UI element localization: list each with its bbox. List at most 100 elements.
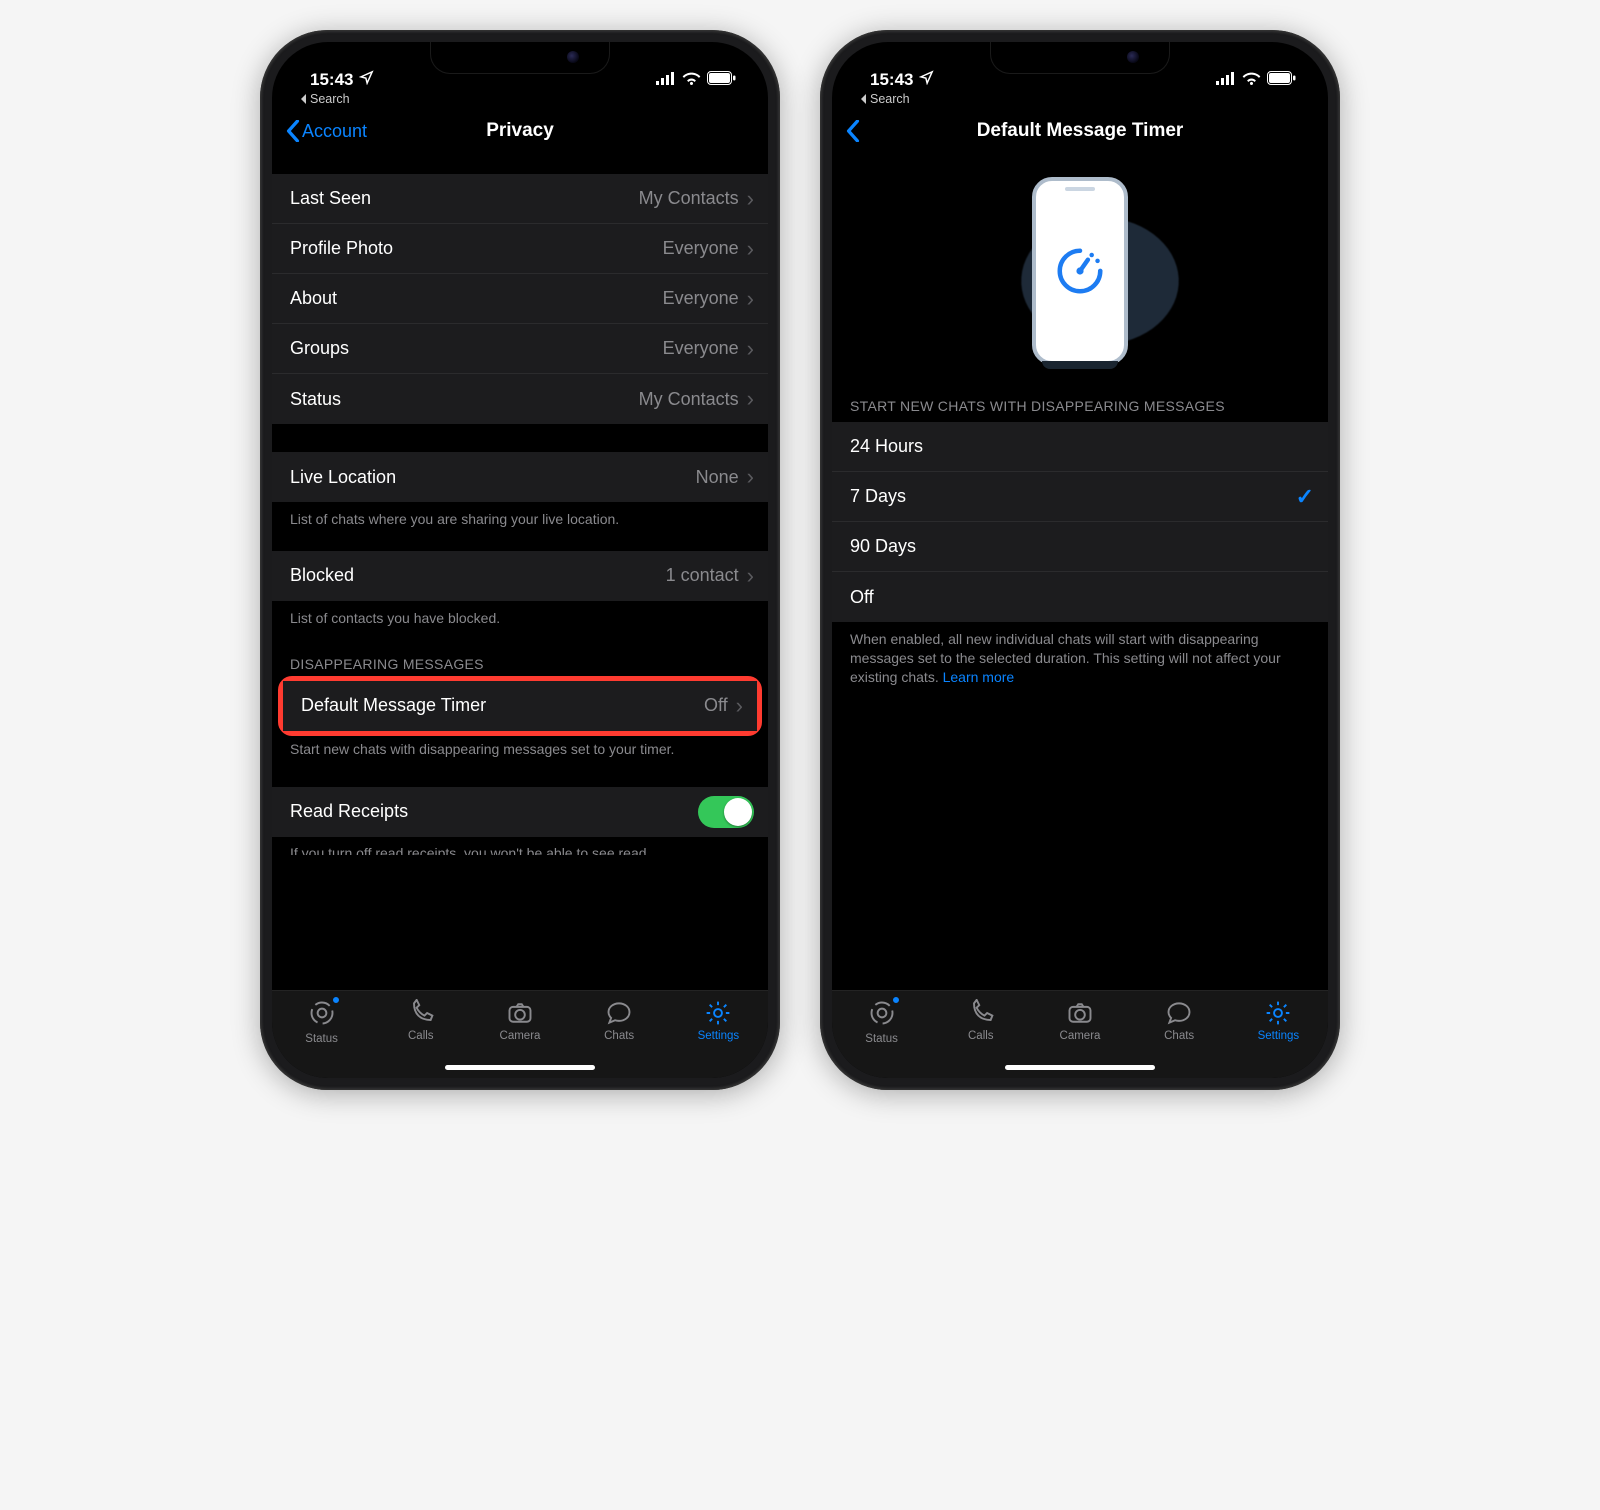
location-arrow-icon — [919, 70, 934, 90]
row-value: None — [696, 467, 739, 488]
row-default-message-timer[interactable]: Default Message Timer Off › — [283, 681, 757, 731]
breadcrumb[interactable]: Search — [272, 90, 768, 106]
visibility-group: Last Seen My Contacts› Profile Photo Eve… — [272, 174, 768, 424]
row-value: My Contacts — [639, 389, 739, 410]
timer-icon — [1053, 244, 1107, 298]
timer-content[interactable]: START NEW CHATS WITH DISAPPEARING MESSAG… — [832, 156, 1328, 990]
phone-right: 15:43 Search — [820, 30, 1340, 1090]
tab-chats[interactable]: Chats — [577, 999, 661, 1042]
option-90-days[interactable]: 90 Days — [832, 522, 1328, 572]
battery-icon — [1267, 70, 1296, 90]
screen: 15:43 Search — [832, 42, 1328, 1078]
privacy-content[interactable]: Last Seen My Contacts› Profile Photo Eve… — [272, 156, 768, 990]
chat-icon — [604, 999, 634, 1027]
breadcrumb-label: Search — [310, 92, 350, 106]
chat-icon — [1164, 999, 1194, 1027]
tab-camera[interactable]: Camera — [478, 999, 562, 1042]
wifi-icon — [1242, 70, 1261, 90]
option-24-hours[interactable]: 24 Hours — [832, 422, 1328, 472]
tab-label: Chats — [604, 1030, 634, 1042]
tab-label: Settings — [1258, 1030, 1300, 1042]
tab-label: Status — [865, 1033, 898, 1045]
cellular-icon — [656, 70, 676, 90]
option-off[interactable]: Off — [832, 572, 1328, 622]
back-button[interactable] — [846, 120, 860, 142]
option-label: 7 Days — [850, 486, 906, 507]
row-label: About — [290, 288, 337, 309]
tab-label: Calls — [408, 1030, 434, 1042]
row-profile-photo[interactable]: Profile Photo Everyone› — [272, 224, 768, 274]
tab-settings[interactable]: Settings — [676, 999, 760, 1042]
row-blocked[interactable]: Blocked 1 contact› — [272, 551, 768, 601]
hero-illustration — [832, 156, 1328, 384]
row-value: My Contacts — [639, 188, 739, 209]
options-header: START NEW CHATS WITH DISAPPEARING MESSAG… — [832, 398, 1328, 422]
option-7-days[interactable]: 7 Days ✓ — [832, 472, 1328, 522]
row-label: Status — [290, 389, 341, 410]
tab-status[interactable]: Status — [840, 999, 924, 1045]
notch — [430, 42, 610, 74]
footer-text: When enabled, all new individual chats w… — [850, 631, 1281, 685]
phone-illustration-icon — [1032, 177, 1128, 365]
blocked-group: Blocked 1 contact› List of contacts you … — [272, 551, 768, 628]
chevron-right-icon: › — [747, 563, 754, 589]
row-value: Everyone — [663, 238, 739, 259]
row-label: Groups — [290, 338, 349, 359]
location-arrow-icon — [359, 70, 374, 90]
status-icon — [307, 999, 337, 1027]
battery-icon — [707, 70, 736, 90]
phone-icon — [406, 999, 436, 1027]
options-footer: When enabled, all new individual chats w… — [832, 622, 1328, 687]
tab-bar: Status Calls Camera Chats Settings — [832, 990, 1328, 1078]
tab-settings[interactable]: Settings — [1236, 999, 1320, 1042]
row-value: Off — [704, 695, 728, 716]
tab-chats[interactable]: Chats — [1137, 999, 1221, 1042]
row-live-location[interactable]: Live Location None› — [272, 452, 768, 502]
phone-icon — [966, 999, 996, 1027]
row-groups[interactable]: Groups Everyone › — [272, 324, 768, 374]
row-label: Default Message Timer — [301, 695, 486, 716]
chevron-right-icon: › — [736, 693, 743, 719]
notch — [990, 42, 1170, 74]
tab-bar: Status Calls Camera Chats Settings — [272, 990, 768, 1078]
back-button[interactable]: Account — [286, 120, 367, 142]
chevron-right-icon: › — [747, 186, 754, 212]
chevron-right-icon: › — [747, 236, 754, 262]
blocked-footer: List of contacts you have blocked. — [272, 601, 768, 628]
row-read-receipts: Read Receipts — [272, 787, 768, 837]
row-value: Everyone — [663, 288, 739, 309]
row-last-seen[interactable]: Last Seen My Contacts› — [272, 174, 768, 224]
tab-calls[interactable]: Calls — [939, 999, 1023, 1042]
tab-camera[interactable]: Camera — [1038, 999, 1122, 1042]
read-receipts-toggle[interactable] — [698, 796, 754, 828]
tab-calls[interactable]: Calls — [379, 999, 463, 1042]
home-indicator[interactable] — [445, 1065, 595, 1070]
option-label: 90 Days — [850, 536, 916, 557]
tab-label: Chats — [1164, 1030, 1194, 1042]
highlight-annotation: Default Message Timer Off › — [278, 676, 762, 736]
navbar: Default Message Timer — [832, 106, 1328, 156]
breadcrumb[interactable]: Search — [832, 90, 1328, 106]
row-about[interactable]: About Everyone › — [272, 274, 768, 324]
chevron-right-icon: › — [747, 286, 754, 312]
cellular-icon — [1216, 70, 1236, 90]
live-location-group: Live Location None› List of chats where … — [272, 452, 768, 529]
checkmark-icon: ✓ — [1296, 484, 1314, 510]
status-icon — [867, 999, 897, 1027]
tab-status[interactable]: Status — [280, 999, 364, 1045]
row-value: Everyone — [663, 338, 739, 359]
read-receipts-footer: If you turn off read receipts, you won't… — [272, 837, 768, 855]
breadcrumb-label: Search — [870, 92, 910, 106]
read-receipts-group: Read Receipts If you turn off read recei… — [272, 787, 768, 855]
home-indicator[interactable] — [1005, 1065, 1155, 1070]
chevron-right-icon: › — [747, 336, 754, 362]
page-title: Default Message Timer — [832, 120, 1328, 142]
row-status[interactable]: Status My Contacts › — [272, 374, 768, 424]
learn-more-link[interactable]: Learn more — [943, 669, 1015, 685]
unread-badge-icon — [892, 996, 900, 1004]
chevron-right-icon: › — [747, 386, 754, 412]
camera-icon — [1065, 999, 1095, 1027]
row-label: Read Receipts — [290, 801, 408, 822]
screen: 15:43 Search — [272, 42, 768, 1078]
tab-label: Settings — [698, 1030, 740, 1042]
